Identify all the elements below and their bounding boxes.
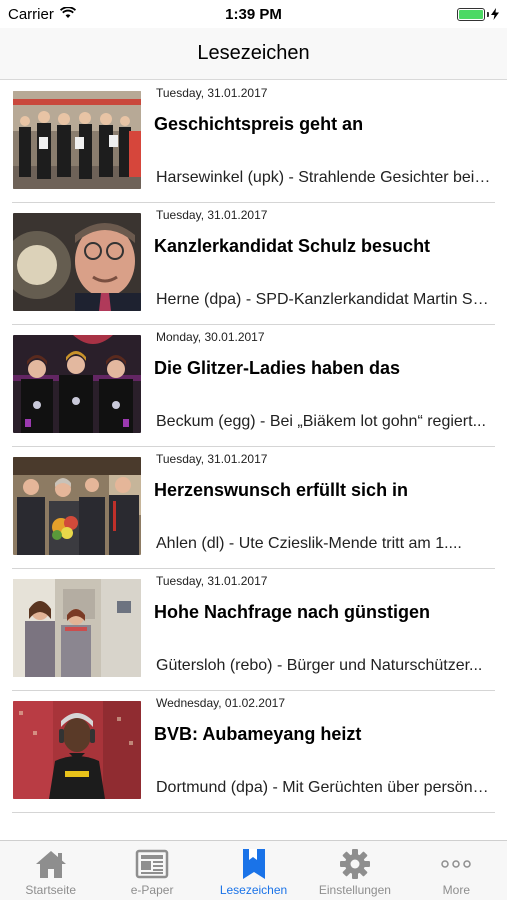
politician-portrait-photo bbox=[13, 213, 141, 311]
article-date: Wednesday, 01.02.2017 bbox=[156, 696, 285, 710]
article-date: Tuesday, 31.01.2017 bbox=[156, 574, 268, 588]
gear-icon bbox=[338, 848, 372, 880]
tab-e-paper[interactable]: e-Paper bbox=[101, 841, 202, 900]
article-headline: Herzenswunsch erfüllt sich in bbox=[154, 480, 409, 500]
article-date: Tuesday, 31.01.2017 bbox=[156, 208, 268, 222]
group-of-students-photo bbox=[13, 91, 141, 189]
article-headline: BVB: Aubameyang heizt bbox=[154, 724, 362, 744]
article-teaser: Harsewinkel (upk) - Strahlende Gesichter… bbox=[156, 169, 491, 186]
article-headline: Hohe Nachfrage nach günstigen bbox=[154, 602, 431, 622]
article-date: Monday, 30.01.2017 bbox=[156, 330, 265, 344]
bookmark-icon bbox=[237, 848, 271, 880]
battery-fill bbox=[459, 9, 483, 19]
page-title: Lesezeichen bbox=[197, 42, 310, 64]
article-row[interactable]: Monday, 30.01.2017 Die Glitzer-Ladies ha… bbox=[0, 325, 507, 447]
more-icon bbox=[439, 848, 473, 880]
tab-lesezeichen[interactable]: Lesezeichen bbox=[203, 841, 304, 900]
tab-label: Einstellungen bbox=[318, 883, 391, 897]
flower-bouquet-group-photo bbox=[13, 457, 141, 555]
carrier-label: Carrier bbox=[8, 5, 54, 23]
battery-icon bbox=[457, 7, 499, 21]
tab-label: Lesezeichen bbox=[219, 883, 288, 897]
article-date: Tuesday, 31.01.2017 bbox=[156, 452, 268, 466]
status-bar: Carrier 1:39 PM bbox=[0, 0, 507, 28]
status-left: Carrier bbox=[8, 6, 76, 23]
article-teaser: Gütersloh (rebo) - Bürger und Naturschüt… bbox=[156, 657, 483, 674]
article-date: Tuesday, 31.01.2017 bbox=[156, 86, 268, 100]
newspaper-icon bbox=[135, 848, 169, 880]
home-icon bbox=[34, 848, 68, 880]
tab-startseite[interactable]: Startseite bbox=[0, 841, 101, 900]
tab-bar: Startseite e-Paper Lesezeichen Einstellu… bbox=[0, 840, 507, 900]
article-row[interactable]: Tuesday, 31.01.2017 Kanzlerkandidat Schu… bbox=[0, 203, 507, 325]
bookmark-list[interactable]: Tuesday, 31.01.2017 Geschichtspreis geht… bbox=[0, 81, 507, 840]
article-row[interactable]: Wednesday, 01.02.2017 BVB: Aubameyang he… bbox=[0, 691, 507, 813]
article-row[interactable]: Tuesday, 31.01.2017 Herzenswunsch erfüll… bbox=[0, 447, 507, 569]
tab-label: More bbox=[442, 883, 470, 897]
article-headline: Die Glitzer-Ladies haben das bbox=[154, 358, 401, 378]
two-women-office-photo bbox=[13, 579, 141, 677]
charging-bolt-icon bbox=[491, 8, 499, 20]
tab-label: e-Paper bbox=[130, 883, 174, 897]
article-teaser: Ahlen (dl) - Ute Czieslik-Mende tritt am… bbox=[156, 535, 462, 552]
article-headline: Kanzlerkandidat Schulz besucht bbox=[154, 236, 431, 256]
football-player-photo bbox=[13, 701, 141, 799]
tab-more[interactable]: More bbox=[406, 841, 507, 900]
article-row[interactable]: Tuesday, 31.01.2017 Geschichtspreis geht… bbox=[0, 81, 507, 203]
navigation-bar: Lesezeichen bbox=[0, 28, 507, 80]
article-teaser: Herne (dpa) - SPD-Kanzlerkandidat Martin… bbox=[156, 291, 491, 308]
tab-label: Startseite bbox=[25, 883, 77, 897]
carnival-ladies-photo bbox=[13, 335, 141, 433]
article-row[interactable]: Tuesday, 31.01.2017 Hohe Nachfrage nach … bbox=[0, 569, 507, 691]
wifi-icon bbox=[59, 5, 76, 23]
article-headline: Geschichtspreis geht an bbox=[154, 114, 364, 134]
status-time: 1:39 PM bbox=[225, 5, 282, 23]
article-teaser: Dortmund (dpa) - Mit Gerüchten über pers… bbox=[156, 779, 491, 796]
article-teaser: Beckum (egg) - Bei „Biäkem lot gohn“ reg… bbox=[156, 413, 486, 430]
tab-einstellungen[interactable]: Einstellungen bbox=[304, 841, 405, 900]
